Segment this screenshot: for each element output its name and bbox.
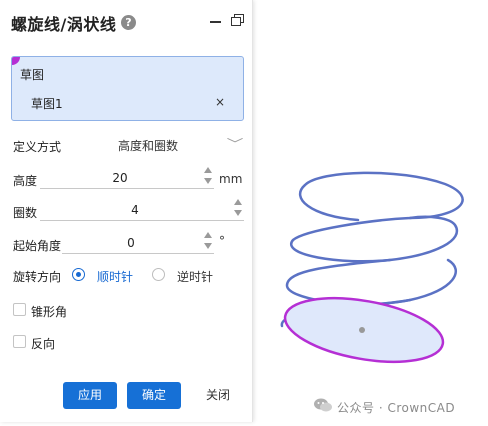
- dialog-title: 螺旋线/涡状线: [11, 15, 117, 34]
- counterclockwise-label[interactable]: 逆时针: [177, 268, 213, 285]
- watermark-text: 公众号 · CrownCAD: [337, 401, 456, 415]
- helix-model-viewport[interactable]: [260, 160, 488, 390]
- remove-sketch-icon[interactable]: ×: [215, 95, 225, 109]
- definition-value: 高度和圈数: [118, 139, 179, 153]
- turns-input[interactable]: 4: [40, 199, 244, 221]
- turns-label: 圈数: [13, 206, 38, 220]
- increment-icon[interactable]: [204, 167, 212, 173]
- taper-checkbox[interactable]: [13, 303, 26, 316]
- clockwise-radio[interactable]: [72, 268, 85, 281]
- turns-value: 4: [131, 203, 139, 217]
- apply-button[interactable]: 应用: [63, 382, 117, 409]
- counterclockwise-radio[interactable]: [152, 268, 165, 281]
- decrement-icon[interactable]: [234, 210, 242, 216]
- decrement-icon[interactable]: [204, 178, 212, 184]
- start-angle-value: 0: [127, 236, 135, 250]
- wechat-icon: [314, 398, 332, 412]
- selected-sketch-item: 草图1: [31, 97, 63, 111]
- reverse-checkbox[interactable]: [13, 335, 26, 348]
- definition-label: 定义方式: [13, 140, 62, 154]
- chevron-down-icon: ﹀: [226, 137, 244, 151]
- start-angle-input[interactable]: 0: [62, 232, 214, 254]
- height-unit: mm: [219, 172, 243, 186]
- close-button[interactable]: 关闭: [193, 382, 243, 409]
- help-icon[interactable]: ?: [121, 15, 136, 30]
- ok-button[interactable]: 确定: [127, 382, 181, 409]
- reverse-label: 反向: [31, 337, 56, 351]
- center-point: [359, 327, 365, 333]
- decrement-icon[interactable]: [204, 243, 212, 249]
- height-input[interactable]: 20: [40, 167, 214, 189]
- definition-select[interactable]: 高度和圈数 ﹀: [72, 133, 244, 155]
- helix-dialog: 螺旋线/涡状线 ? 草图 草图1 × 定义方式 高度和圈数 ﹀ 高度 20 mm…: [0, 0, 253, 422]
- height-value: 20: [112, 171, 128, 185]
- taper-label: 锥形角: [31, 305, 68, 319]
- start-angle-unit: °: [219, 234, 225, 248]
- height-label: 高度: [13, 174, 38, 188]
- start-angle-label: 起始角度: [13, 239, 62, 253]
- increment-icon[interactable]: [234, 199, 242, 205]
- minimize-icon[interactable]: [210, 21, 221, 23]
- increment-icon[interactable]: [204, 232, 212, 238]
- restore-window-icon[interactable]: [231, 14, 244, 26]
- sketch-selection-box[interactable]: 草图 草图1 ×: [11, 56, 244, 121]
- clockwise-label[interactable]: 顺时针: [97, 268, 133, 285]
- selection-indicator-icon: [12, 57, 20, 65]
- sketch-label: 草图: [20, 68, 45, 82]
- direction-label: 旋转方向: [13, 270, 62, 284]
